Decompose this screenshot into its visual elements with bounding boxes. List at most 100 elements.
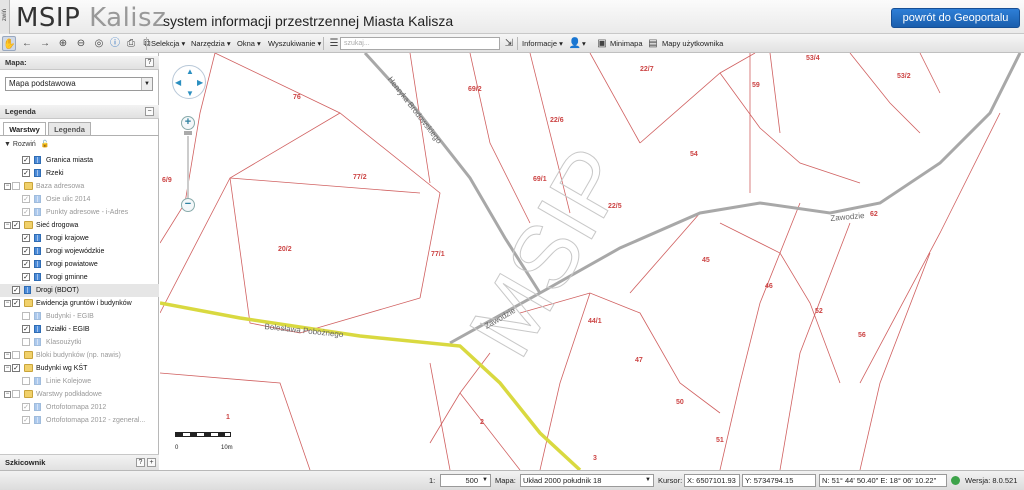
zoom-slider-handle[interactable] <box>184 131 192 135</box>
layer-checkbox[interactable]: ✓ <box>22 247 30 255</box>
layer-row[interactable]: − Warstwy podkładowe <box>0 388 159 401</box>
layer-checkbox[interactable] <box>22 338 30 346</box>
layer-row[interactable]: ✓ Drogi wojewódzkie <box>0 245 159 258</box>
layer-row[interactable]: ✓ Ortofotomapa 2012 <box>0 401 159 414</box>
user-maps-button[interactable]: Mapy użytkownika <box>662 36 723 51</box>
layer-checkbox[interactable]: ✓ <box>12 221 20 229</box>
layer-checkbox[interactable] <box>12 351 20 359</box>
collapse-icon[interactable]: − <box>145 107 154 116</box>
scale-input[interactable]: 500 ▼ <box>440 474 491 487</box>
pan-left-icon[interactable]: ◀ <box>175 78 181 87</box>
layer-icon <box>34 208 41 216</box>
layer-icon <box>34 416 41 424</box>
layer-checkbox[interactable]: ✓ <box>22 260 30 268</box>
print-icon[interactable]: ⎙ <box>124 36 138 51</box>
layer-checkbox[interactable]: ✓ <box>22 208 30 216</box>
pan-right-icon[interactable]: ▶ <box>197 78 203 87</box>
expand-toggle-icon[interactable]: − <box>4 222 11 229</box>
tools-menu[interactable]: Narzędzia ▾ <box>191 36 231 51</box>
pan-hand-icon[interactable]: ✋ <box>2 36 16 51</box>
layer-row[interactable]: ✓ Punkty adresowe - i-Adres <box>0 206 159 219</box>
layer-checkbox[interactable]: ✓ <box>12 286 20 294</box>
layer-row[interactable]: − ✓ Ewidencja gruntów i budynków <box>0 297 159 310</box>
tab-layers[interactable]: Warstwy <box>3 122 46 136</box>
expand-toggle-icon[interactable]: − <box>4 391 11 398</box>
crs-select[interactable]: Układ 2000 południk 18 ▼ <box>520 474 654 487</box>
collapse-header-tab[interactable]: zwiń <box>0 0 10 34</box>
parcel-number: 3 <box>593 455 597 462</box>
layer-checkbox[interactable]: ✓ <box>22 195 30 203</box>
layer-checkbox[interactable]: ✓ <box>12 364 20 372</box>
layer-row[interactable]: − ✓ Sieć drogowa <box>0 219 159 232</box>
layer-row[interactable]: ✓ Osie ulic 2014 <box>0 193 159 206</box>
minimap-icon[interactable]: ▣ <box>595 36 609 51</box>
layer-row[interactable]: Klasoużytki <box>0 336 159 349</box>
layer-checkbox[interactable]: ✓ <box>22 169 30 177</box>
tab-legend[interactable]: Legenda <box>48 122 91 136</box>
expand-toggle-icon[interactable]: − <box>4 365 11 372</box>
user-maps-icon[interactable]: ▤ <box>646 36 660 51</box>
back-arrow-icon[interactable]: ← <box>20 36 34 51</box>
windows-menu[interactable]: Okna ▾ <box>237 36 261 51</box>
layer-row[interactable]: ✓ Drogi gminne <box>0 271 159 284</box>
user-menu-arrow[interactable]: ▾ <box>582 36 586 51</box>
info-icon[interactable]: ⓘ <box>108 36 122 51</box>
layer-row[interactable]: ✓ Działki - EGIB <box>0 323 159 336</box>
unlock-icon[interactable]: 🔓 <box>41 141 50 148</box>
layer-row[interactable]: ✓ Drogi powiatowe <box>0 258 159 271</box>
search-go-icon[interactable]: ⇲ <box>502 36 516 51</box>
layer-row[interactable]: − Baza adresowa <box>0 180 159 193</box>
search-menu[interactable]: Wyszukiwanie ▾ <box>268 36 321 51</box>
help-icon[interactable]: ? <box>145 58 154 67</box>
zoom-out-icon[interactable]: ⊖ <box>74 36 88 51</box>
base-map-select[interactable]: Mapa podstawowa ▼ <box>5 77 153 91</box>
layer-row[interactable]: ✓ Ortofotomapa 2012 - zgeneral... <box>0 414 159 427</box>
layer-checkbox[interactable]: ✓ <box>12 299 20 307</box>
expand-toggle-icon[interactable]: − <box>4 300 11 307</box>
layer-row[interactable]: − Bloki budynków (np. nawis) <box>0 349 159 362</box>
search-input[interactable]: szukaj... <box>340 37 500 50</box>
info-menu[interactable]: Informacje ▾ <box>522 36 563 51</box>
layer-label: Drogi (BDOT) <box>36 287 79 294</box>
pan-up-icon[interactable]: ▲ <box>186 67 194 76</box>
forward-arrow-icon[interactable]: → <box>38 36 52 51</box>
zoom-out-button[interactable]: − <box>181 198 195 212</box>
layer-checkbox[interactable]: ✓ <box>22 403 30 411</box>
selection-menu[interactable]: Selekcja ▾ <box>151 36 185 51</box>
back-to-geoportal-button[interactable]: powrót do Geoportalu <box>891 8 1020 28</box>
layer-checkbox[interactable]: ✓ <box>22 234 30 242</box>
layer-row[interactable]: Budynki - EGIB <box>0 310 159 323</box>
layer-row[interactable]: ✓ Drogi (BDOT) <box>0 284 159 297</box>
zoom-in-button[interactable]: + <box>181 116 195 130</box>
parcel-number: 52 <box>815 308 823 315</box>
pan-navigation-control[interactable]: ▲ ▼ ◀ ▶ <box>172 65 206 99</box>
zoom-slider[interactable] <box>187 136 189 200</box>
layer-row[interactable]: ✓ Drogi krajowe <box>0 232 159 245</box>
expand-all-button[interactable]: ▼ Rozwiń 🔓 <box>4 140 50 148</box>
expand-icon[interactable]: + <box>147 458 156 467</box>
layer-checkbox[interactable] <box>22 312 30 320</box>
pan-down-icon[interactable]: ▼ <box>186 89 194 98</box>
layer-checkbox[interactable]: ✓ <box>22 325 30 333</box>
zoom-extent-icon[interactable]: ◎ <box>92 36 106 51</box>
layer-checkbox[interactable]: ✓ <box>22 156 30 164</box>
layer-row[interactable]: Linie Kolejowe <box>0 375 159 388</box>
layer-row[interactable]: ✓ Granica miasta <box>0 154 159 167</box>
layer-row[interactable]: − ✓ Budynki wg KŚT <box>0 362 159 375</box>
help-icon[interactable]: ? <box>136 458 145 467</box>
layer-checkbox[interactable] <box>12 182 20 190</box>
expand-toggle-icon[interactable]: − <box>4 183 11 190</box>
layer-checkbox[interactable]: ✓ <box>22 273 30 281</box>
list-icon[interactable]: ☰ <box>327 36 341 51</box>
layer-label: Rzeki <box>46 170 64 177</box>
layer-checkbox[interactable] <box>22 377 30 385</box>
user-icon[interactable]: 👤 <box>568 36 582 51</box>
layer-checkbox[interactable] <box>12 390 20 398</box>
minimap-button[interactable]: Minimapa <box>610 36 643 51</box>
expand-toggle-icon[interactable]: − <box>4 352 11 359</box>
layer-checkbox[interactable]: ✓ <box>22 416 30 424</box>
zoom-in-icon[interactable]: ⊕ <box>56 36 70 51</box>
parcel-number: 50 <box>676 399 684 406</box>
layer-row[interactable]: ✓ Rzeki <box>0 167 159 180</box>
map-canvas[interactable]: MSIP 76 69/2 22/7 59 53/4 53/2 22/6 54 77/2 69/1 6… <box>160 53 1024 470</box>
